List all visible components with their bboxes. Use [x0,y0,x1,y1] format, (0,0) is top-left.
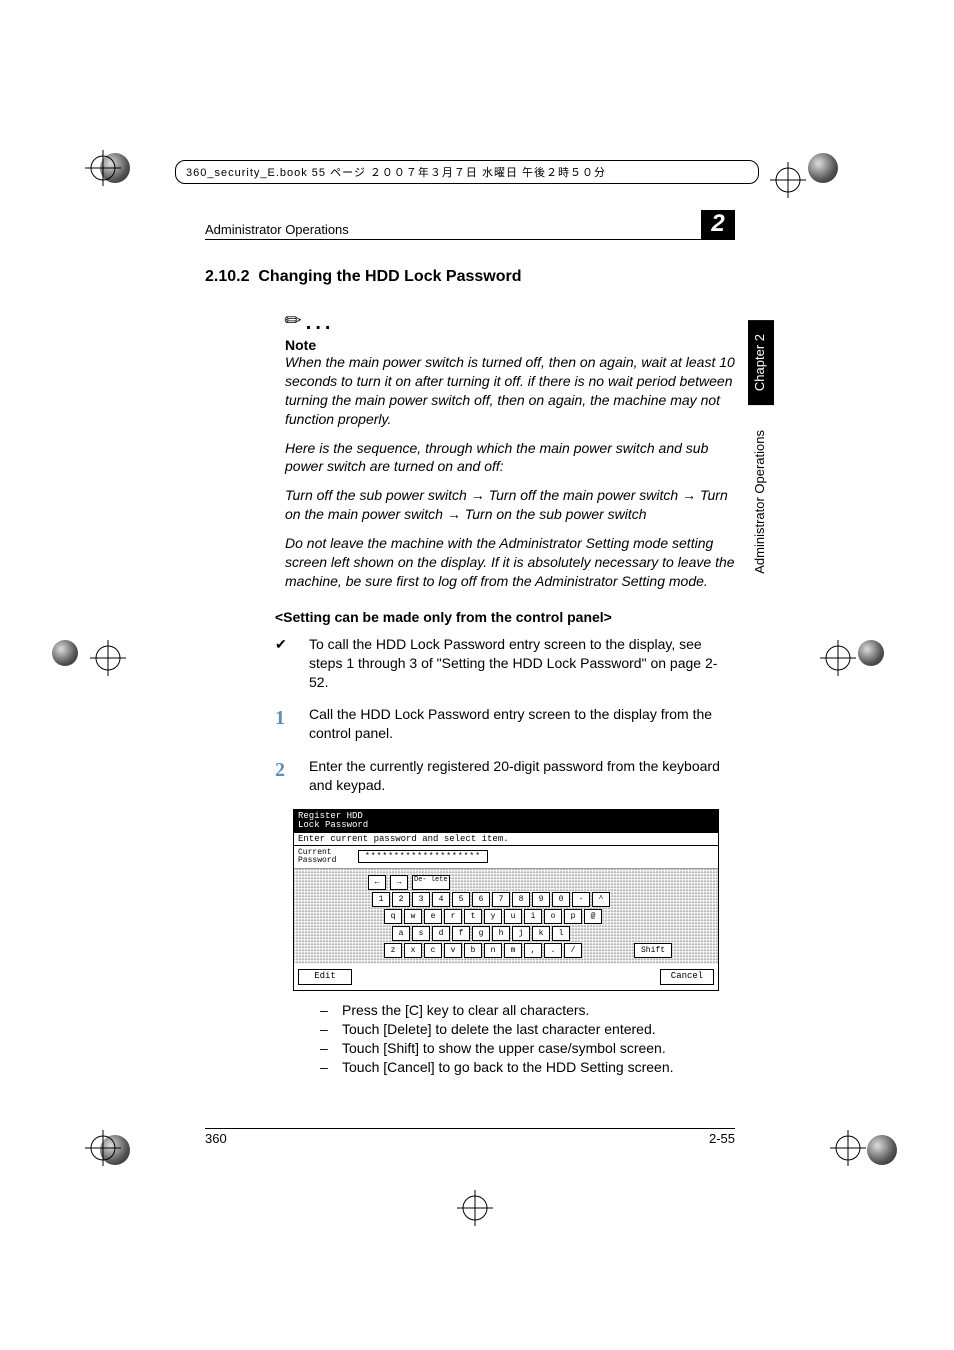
registration-mark-icon [830,1130,866,1166]
key-.[interactable]: . [544,943,562,958]
key-arrow-left[interactable]: ← [368,875,386,890]
key-h[interactable]: h [492,926,510,941]
key-@[interactable]: @ [584,909,602,924]
step-2: 2 Enter the currently registered 20-digi… [275,757,735,795]
key-p[interactable]: p [564,909,582,924]
step-prereq: ✔ To call the HDD Lock Password entry sc… [275,635,735,692]
key-1[interactable]: 1 [372,892,390,907]
key-r[interactable]: r [444,909,462,924]
registration-mark-icon [90,640,126,676]
key-s[interactable]: s [412,926,430,941]
key-u[interactable]: u [504,909,522,924]
crop-mark-icon [52,640,78,666]
embedded-screenshot: Register HDD Lock Password Enter current… [293,809,719,991]
registration-mark-icon [820,640,856,676]
key-z[interactable]: z [384,943,402,958]
key-delete[interactable]: De- lete [412,875,450,890]
key-f[interactable]: f [452,926,470,941]
key-shift[interactable]: Shift [634,943,672,958]
section-heading: 2.10.2 Changing the HDD Lock Password [205,268,735,286]
registration-mark-icon [85,150,121,186]
step-number: 1 [275,705,291,743]
checkmark-icon: ✔ [275,635,291,692]
key-9[interactable]: 9 [532,892,550,907]
key-i[interactable]: i [524,909,542,924]
key-w[interactable]: w [404,909,422,924]
note-icon: ✎... [285,308,735,333]
crop-mark-icon [858,640,884,666]
key-x[interactable]: x [404,943,422,958]
key-j[interactable]: j [512,926,530,941]
key-l[interactable]: l [552,926,570,941]
sub-heading: <Setting can be made only from the contr… [275,609,735,625]
instruction-bullets: –Press the [C] key to clear all characte… [320,1001,735,1077]
registration-mark-icon [457,1190,493,1226]
chapter-number-badge: 2 [701,210,735,240]
key-y[interactable]: y [484,909,502,924]
note-body: When the main power switch is turned off… [285,353,735,591]
footer-model: 360 [205,1131,227,1146]
key-7[interactable]: 7 [492,892,510,907]
key-d[interactable]: d [432,926,450,941]
crop-mark-icon [867,1135,897,1165]
key-q[interactable]: q [384,909,402,924]
registration-mark-icon [770,162,806,198]
key-8[interactable]: 8 [512,892,530,907]
key-n[interactable]: n [484,943,502,958]
print-header-meta: 360_security_E.book 55 ページ ２００７年３月７日 水曜日… [175,160,759,184]
key-o[interactable]: o [544,909,562,924]
side-tab-chapter: Chapter 2 [748,320,774,405]
step-1: 1 Call the HDD Lock Password entry scree… [275,705,735,743]
key-m[interactable]: m [504,943,522,958]
key-c[interactable]: c [424,943,442,958]
crop-mark-icon [808,153,838,183]
key-3[interactable]: 3 [412,892,430,907]
key-5[interactable]: 5 [452,892,470,907]
key-6[interactable]: 6 [472,892,490,907]
key-b[interactable]: b [464,943,482,958]
key-g[interactable]: g [472,926,490,941]
key-^[interactable]: ^ [592,892,610,907]
onscreen-keyboard: ← → De- lete 1234567890-^ qwertyuiop@ as… [294,869,718,964]
key-arrow-right[interactable]: → [390,875,408,890]
edit-button[interactable]: Edit [298,969,352,985]
key-v[interactable]: v [444,943,462,958]
password-field[interactable]: ******************** [358,850,488,863]
key-4[interactable]: 4 [432,892,450,907]
key-k[interactable]: k [532,926,550,941]
running-head: Administrator Operations [205,222,349,239]
cancel-button[interactable]: Cancel [660,969,714,985]
key-0[interactable]: 0 [552,892,570,907]
key--[interactable]: - [572,892,590,907]
key-e[interactable]: e [424,909,442,924]
key-,[interactable]: , [524,943,542,958]
note-label: Note [285,337,735,353]
key-2[interactable]: 2 [392,892,410,907]
step-number: 2 [275,757,291,795]
side-tab-section: Administrator Operations [748,420,774,584]
key-t[interactable]: t [464,909,482,924]
registration-mark-icon [85,1130,121,1166]
key-/[interactable]: / [564,943,582,958]
footer-page-number: 2-55 [709,1131,735,1146]
key-a[interactable]: a [392,926,410,941]
